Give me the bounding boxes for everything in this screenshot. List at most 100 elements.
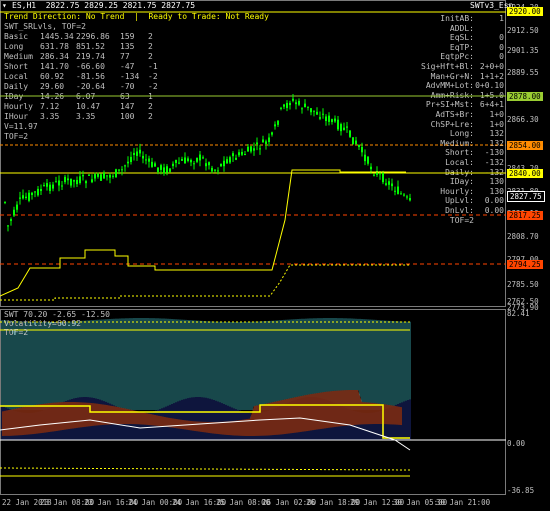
- candle-body: [370, 166, 372, 170]
- candle-body: [220, 163, 222, 167]
- candle-body: [76, 179, 78, 185]
- candle-body: [214, 169, 216, 171]
- candle-body: [223, 160, 225, 167]
- candle-body: [37, 188, 39, 196]
- candle-body: [211, 167, 213, 172]
- candle-body: [124, 165, 126, 167]
- candle-body: [58, 180, 60, 186]
- candle-body: [304, 103, 306, 108]
- sub-dotted-line: [0, 467, 411, 471]
- candle-body: [250, 146, 252, 152]
- trend-line-upper: [0, 169, 406, 297]
- candle-body: [382, 172, 384, 183]
- candle-body: [373, 174, 375, 176]
- candle-body: [142, 155, 144, 159]
- candle-body: [163, 167, 165, 174]
- candle-body: [166, 166, 168, 173]
- candle-body: [229, 157, 231, 163]
- candle-body: [118, 169, 120, 171]
- candle-body: [316, 111, 318, 115]
- candle-body: [388, 181, 390, 185]
- candle-body: [364, 154, 366, 162]
- candle-body: [355, 140, 357, 144]
- candle-body: [199, 154, 201, 161]
- candle-body: [397, 186, 399, 194]
- candle-body: [181, 159, 183, 161]
- candle-body: [352, 137, 354, 145]
- candle-body: [346, 126, 348, 128]
- candle-body: [238, 152, 240, 156]
- candle-body: [196, 157, 198, 162]
- candle-body: [10, 219, 12, 221]
- candle-body: [67, 178, 69, 181]
- candle-body: [235, 157, 237, 160]
- candle-body: [34, 191, 36, 193]
- candle-body: [100, 174, 102, 181]
- candle-body: [136, 151, 138, 156]
- time-axis-label: 30 Jan 21:00: [436, 498, 491, 507]
- candle-body: [226, 159, 228, 164]
- candle-body: [358, 144, 360, 148]
- sub-scale-bottom: -36.85: [507, 486, 535, 495]
- candle-body: [325, 116, 327, 122]
- sub-scale-zero: 0.00: [507, 439, 526, 448]
- candle-body: [337, 119, 339, 130]
- candle-body: [217, 170, 219, 172]
- candle-body: [40, 189, 42, 192]
- candle-body: [244, 153, 246, 155]
- candle-body: [49, 184, 51, 191]
- candle-body: [175, 159, 177, 163]
- candle-body: [274, 124, 276, 127]
- candle-body: [313, 110, 315, 112]
- candle-body: [241, 151, 243, 155]
- candle-body: [268, 137, 270, 143]
- candle-body: [280, 107, 282, 109]
- candle-body: [46, 183, 48, 187]
- sub-tof-text: TOF=2: [4, 328, 29, 337]
- candle-body: [79, 176, 81, 184]
- candle-body: [115, 169, 117, 178]
- candle-body: [409, 198, 411, 201]
- candle-body: [301, 108, 303, 110]
- candle-body: [70, 178, 72, 186]
- candle-body: [4, 201, 6, 203]
- candle-body: [265, 141, 267, 144]
- candle-body: [277, 120, 279, 125]
- candle-body: [88, 174, 90, 176]
- candle-body: [271, 132, 273, 135]
- candle-body: [361, 146, 363, 153]
- candle-body: [169, 168, 171, 172]
- candle-body: [367, 156, 369, 164]
- candle-body: [103, 172, 105, 179]
- candle-body: [334, 118, 336, 122]
- candle-body: [85, 181, 87, 184]
- candle-body: [178, 162, 180, 164]
- candle-body: [394, 190, 396, 192]
- candle-body: [289, 102, 291, 106]
- candle-body: [190, 159, 192, 163]
- candle-body: [154, 163, 156, 167]
- candle-body: [7, 225, 9, 227]
- candle-body: [22, 195, 24, 199]
- candle-body: [319, 117, 321, 119]
- candle-body: [52, 184, 54, 189]
- candle-body: [232, 153, 234, 157]
- candle-body: [55, 181, 57, 183]
- candle-body: [64, 176, 66, 183]
- candle-body: [310, 108, 312, 113]
- candle-body: [400, 193, 402, 195]
- candle-body: [292, 98, 294, 101]
- candle-body: [253, 148, 255, 151]
- candle-body: [109, 174, 111, 178]
- candle-body: [91, 179, 93, 183]
- sub-scale-top: 82.41: [507, 309, 530, 318]
- candle-body: [97, 173, 99, 177]
- candle-body: [256, 142, 258, 145]
- candle-body: [82, 175, 84, 177]
- candle-body: [322, 113, 324, 115]
- candle-body: [73, 180, 75, 182]
- candle-body: [25, 196, 27, 199]
- candle-body: [13, 209, 15, 216]
- candle-body: [247, 146, 249, 152]
- candle-body: [112, 175, 114, 177]
